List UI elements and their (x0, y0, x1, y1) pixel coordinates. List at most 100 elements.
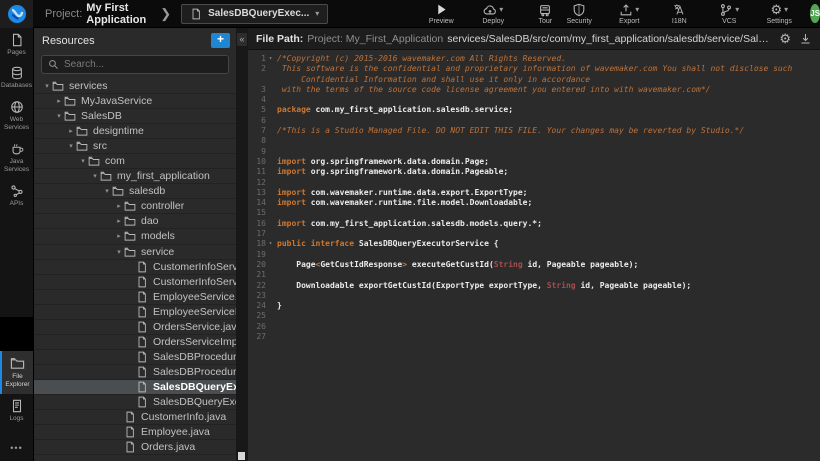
sidebar-item-file-explorer[interactable]: FileExplorer (0, 351, 33, 394)
fold-gutter (266, 64, 275, 74)
sidebar-top-group: Pages Databases WebServices JavaServices… (0, 28, 33, 212)
wavemaker-logo[interactable] (0, 0, 33, 28)
code-area[interactable]: 1 ▾ /*Copyright (c) 2015-2016 wavemaker.… (248, 50, 820, 461)
sidebar-item-pages[interactable]: Pages (0, 28, 33, 61)
tree-item-models[interactable]: ▸ models (34, 229, 236, 244)
fold-marker-icon[interactable]: ▾ (266, 54, 275, 64)
deploy-button[interactable]: ▾ Deploy (476, 2, 510, 25)
tree-item-service[interactable]: ▾ service (34, 245, 236, 260)
search-box[interactable] (41, 55, 229, 74)
code-line: 12 (248, 178, 820, 188)
caret-right-icon: ▸ (114, 232, 124, 240)
file-icon (124, 426, 137, 438)
line-number: 21 (248, 270, 266, 280)
security-button[interactable]: Security (562, 2, 596, 25)
tree-item-salesdb[interactable]: ▾ salesdb (34, 184, 236, 199)
chevron-down-icon: ▾ (635, 5, 639, 14)
fold-gutter (266, 281, 275, 291)
tree-item-SalesDBProcedureExecutorService.java[interactable]: SalesDBProcedureExecutorService.java (34, 350, 236, 365)
tree-item-label: SalesDBProcedureExecutorServiceImpl.java (153, 366, 236, 378)
code-line: 27 (248, 332, 820, 342)
tree-item-CustomerInfoServiceImpl.java[interactable]: CustomerInfoServiceImpl.java (34, 275, 236, 290)
line-number: 24 (248, 301, 266, 311)
vcs-button[interactable]: ▾ VCS (712, 2, 746, 25)
tree-item-services[interactable]: ▾ services (34, 79, 236, 94)
tree-item-controller[interactable]: ▸ controller (34, 199, 236, 214)
tree-item-label: models (141, 230, 175, 242)
editor-settings-gear-icon[interactable]: ⚙ (779, 32, 791, 45)
tree-item-designtime[interactable]: ▸ designtime (34, 124, 236, 139)
coffee-icon (10, 142, 24, 156)
line-number: 19 (248, 250, 266, 260)
tree-item-label: OrdersServiceImpl.java (153, 336, 236, 348)
sidebar-item-java-services[interactable]: JavaServices (0, 137, 33, 179)
tour-button[interactable]: Tour (528, 2, 562, 25)
tree-item-OrdersServiceImpl.java[interactable]: OrdersServiceImpl.java (34, 335, 236, 350)
line-number: 22 (248, 281, 266, 291)
open-file-dropdown[interactable]: SalesDBQueryExec... ▾ (181, 4, 328, 24)
tree-item-SalesDBProcedureExecutorServiceImpl.java[interactable]: SalesDBProcedureExecutorServiceImpl.java (34, 365, 236, 380)
file-icon (136, 276, 149, 288)
tree-item-SalesDB[interactable]: ▾ SalesDB (34, 109, 236, 124)
sidebar-item-label: Databases (1, 82, 32, 90)
file-tree: ▾ services ▸ MyJavaService ▾ SalesDB ▸ d… (34, 79, 236, 461)
tree-item-label: CustomerInfoServiceImpl.java (153, 276, 236, 288)
tree-item-SalesDBQueryExecutorService.java[interactable]: SalesDBQueryExecutorService.java (34, 380, 236, 395)
tree-item-label: Orders.java (141, 441, 195, 453)
chevron-right-icon: ❯ (160, 6, 171, 22)
folder-icon (124, 215, 137, 227)
chevron-down-icon: ▾ (499, 5, 503, 14)
caret-right-icon: ▸ (114, 202, 124, 210)
tree-item-OrdersService.java[interactable]: OrdersService.java (34, 320, 236, 335)
i18n-button[interactable]: I18N (662, 2, 696, 25)
tree-item-com[interactable]: ▾ com (34, 154, 236, 169)
code-line: 21 (248, 270, 820, 280)
user-avatar[interactable]: JS (810, 4, 820, 23)
collapse-panel-button[interactable]: « (237, 33, 247, 46)
search-input[interactable] (64, 59, 222, 70)
caret-down-icon: ▾ (102, 187, 112, 195)
fold-gutter (266, 167, 275, 177)
fold-gutter (266, 188, 275, 198)
tree-item-src[interactable]: ▾ src (34, 139, 236, 154)
tree-item-label: SalesDBQueryExecutorServiceImpl.java (153, 396, 236, 408)
line-number: 10 (248, 157, 266, 167)
fold-marker-icon[interactable]: ▾ (266, 239, 275, 249)
sidebar-more-button[interactable]: ••• (0, 433, 33, 461)
tree-item-CustomerInfo.java[interactable]: CustomerInfo.java (34, 410, 236, 425)
fold-gutter (266, 126, 275, 136)
download-file-icon[interactable] (799, 32, 812, 45)
tree-item-Orders.java[interactable]: Orders.java (34, 440, 236, 455)
settings-button[interactable]: ⚙▾ Settings (762, 2, 796, 25)
tree-item-MyJavaService[interactable]: ▸ MyJavaService (34, 94, 236, 109)
sidebar-item-databases[interactable]: Databases (0, 61, 33, 94)
file-icon (136, 381, 149, 393)
line-number: 7 (248, 126, 266, 136)
sidebar-item-apis[interactable]: APIs (0, 179, 33, 212)
sidebar-item-logs[interactable]: Logs (0, 394, 33, 427)
fold-gutter (266, 322, 275, 332)
code-line: 15 (248, 208, 820, 218)
tree-item-EmployeeServiceImpl.java[interactable]: EmployeeServiceImpl.java (34, 305, 236, 320)
code-line: 25 (248, 311, 820, 321)
sidebar-item-web-services[interactable]: WebServices (0, 95, 33, 137)
preview-button[interactable]: Preview (424, 2, 458, 25)
folder-icon (88, 155, 101, 167)
tree-item-dao[interactable]: ▸ dao (34, 214, 236, 229)
code-line: 9 (248, 147, 820, 157)
export-button[interactable]: ▾ Export (612, 2, 646, 25)
add-resource-button[interactable]: + (211, 33, 230, 48)
tree-item-my_first_application[interactable]: ▾ my_first_application (34, 169, 236, 184)
tree-item-EmployeeService.java[interactable]: EmployeeService.java (34, 290, 236, 305)
tree-item-SalesDBQueryExecutorServiceImpl.java[interactable]: SalesDBQueryExecutorServiceImpl.java (34, 395, 236, 410)
fold-gutter (266, 260, 275, 270)
caret-down-icon: ▾ (114, 248, 124, 256)
line-number: 27 (248, 332, 266, 342)
main-area: Pages Databases WebServices JavaServices… (0, 28, 820, 461)
sidebar-item-label: Pages (7, 49, 25, 57)
scrollbar-thumb[interactable] (238, 452, 245, 460)
vcs-button-label: VCS (722, 18, 736, 25)
tree-item-Employee.java[interactable]: Employee.java (34, 425, 236, 440)
tree-item-CustomerInfoService.java[interactable]: CustomerInfoService.java (34, 260, 236, 275)
sidebar-item-label: APIs (10, 200, 24, 208)
